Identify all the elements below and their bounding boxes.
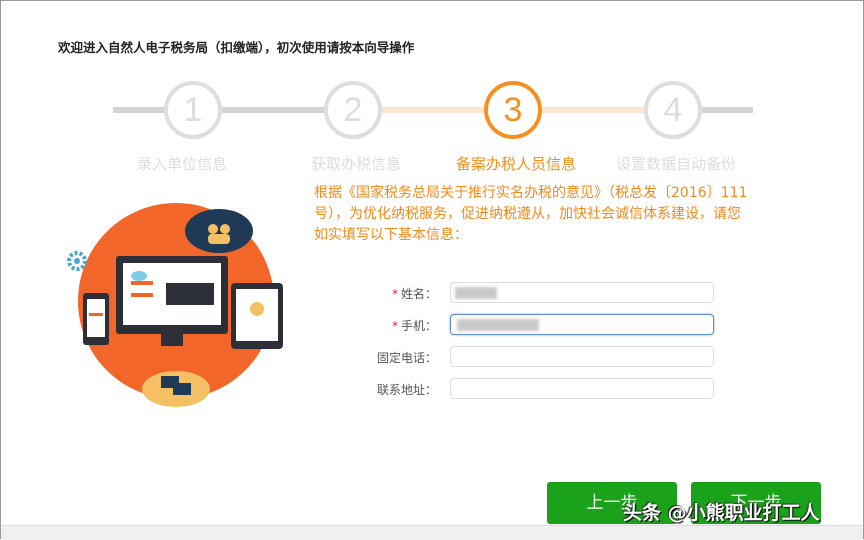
address-label: 联系地址： bbox=[376, 383, 437, 397]
wizard-title: 欢迎进入自然人电子税务局（扣缴端），初次使用请按本向导操作 bbox=[58, 40, 415, 55]
step-3-circle: 3 bbox=[484, 81, 542, 139]
step-3-label: 备案办税人员信息 bbox=[455, 155, 576, 173]
name-label-text: 姓名： bbox=[400, 287, 437, 301]
redacted-value bbox=[455, 287, 497, 299]
redacted-value bbox=[457, 319, 539, 331]
footer-bar bbox=[1, 525, 863, 540]
monitor-icon bbox=[116, 256, 228, 346]
gear-icon bbox=[67, 251, 87, 271]
phone-label: * 手机： bbox=[357, 317, 437, 334]
required-mark: * bbox=[391, 319, 398, 333]
illustration bbox=[67, 203, 283, 407]
step-4-label: 设置数据自动备份 bbox=[615, 155, 736, 173]
phone-label-text: 手机： bbox=[400, 319, 437, 333]
cloud-chat-icon bbox=[142, 371, 210, 407]
name-label: * 姓名： bbox=[357, 285, 437, 302]
address-input[interactable] bbox=[450, 378, 714, 399]
step-2-circle: 2 bbox=[324, 81, 382, 139]
watermark: 头条 @小熊职业打工人 bbox=[623, 502, 820, 524]
step-1-label: 录入单位信息 bbox=[136, 155, 227, 173]
phone-input[interactable] bbox=[450, 314, 714, 335]
step-4-circle: 4 bbox=[644, 81, 702, 139]
phone-icon bbox=[83, 293, 109, 345]
landline-label: 固定电话： bbox=[376, 351, 437, 365]
step-1-circle: 1 bbox=[164, 81, 222, 139]
tablet-icon bbox=[231, 283, 283, 349]
step-2-label: 获取办税信息 bbox=[310, 155, 401, 173]
cloud-people-icon bbox=[185, 209, 253, 253]
name-input[interactable] bbox=[450, 282, 714, 303]
notice-text: 根据《国家税务总局关于推行实名办税的意见》（税总发〔2016〕111号），为优化… bbox=[314, 185, 748, 243]
required-mark: * bbox=[391, 287, 398, 301]
landline-input[interactable] bbox=[450, 346, 714, 367]
